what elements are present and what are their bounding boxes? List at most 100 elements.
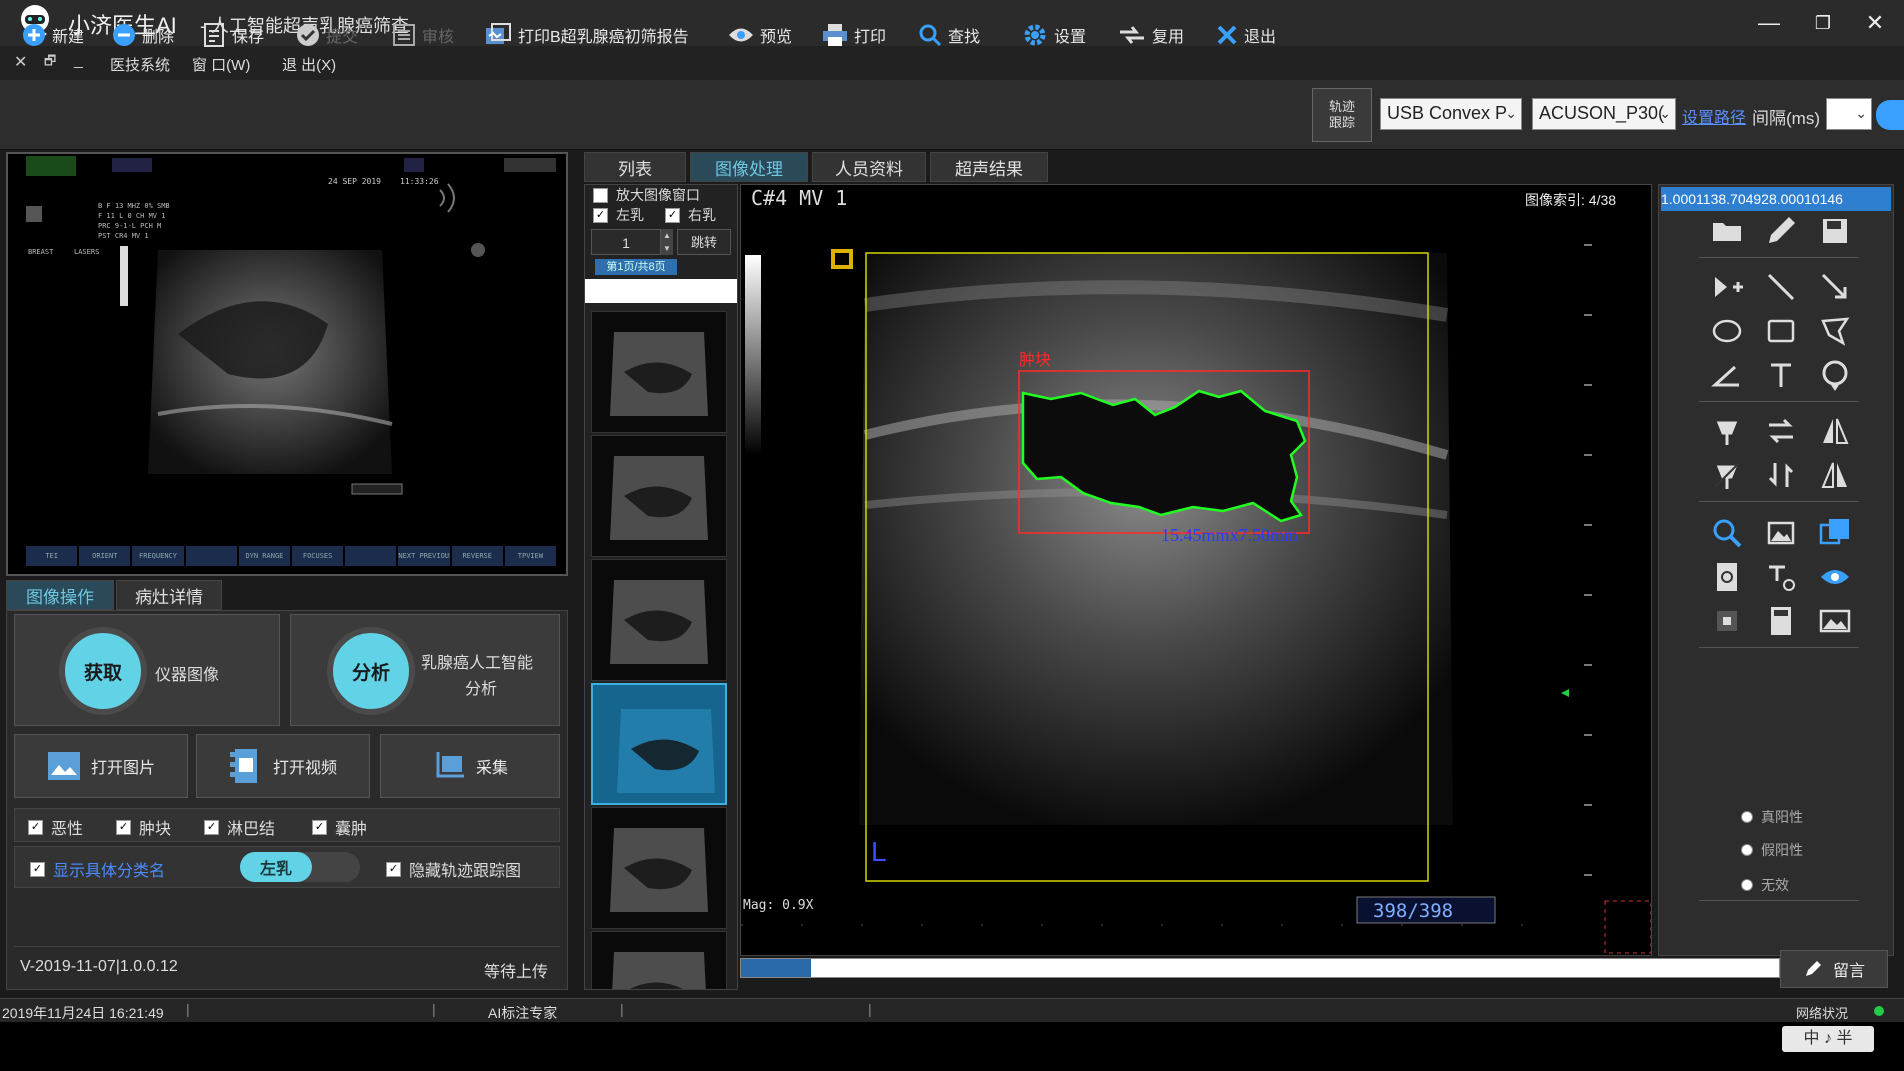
new-button[interactable]: 新建	[22, 20, 84, 50]
submit-button[interactable]: 提交	[296, 20, 358, 50]
frame-slider[interactable]	[740, 958, 1780, 978]
tab-list[interactable]: 列表	[584, 152, 686, 182]
delete-button[interactable]: 删除	[112, 20, 174, 50]
save-button[interactable]: 保存	[202, 20, 264, 50]
view-eye-tool[interactable]	[1817, 559, 1853, 595]
acquire-instrument-image-button[interactable]: 获取 仪器图像	[14, 614, 280, 726]
tab-lesion-details[interactable]: 病灶详情	[116, 580, 222, 610]
save-disk-icon	[1823, 219, 1847, 243]
ai-analysis-button[interactable]: 分析 乳腺癌人工智能 分析	[290, 614, 560, 726]
page-spinner-icon[interactable]: ▲ ▼	[661, 229, 673, 255]
settings-path-link[interactable]: 设置路径	[1682, 104, 1746, 128]
thumbnail-selected[interactable]	[591, 683, 727, 805]
enlarge-window-checkbox[interactable]: 放大图像窗口	[593, 185, 700, 205]
thumbnail[interactable]	[591, 931, 727, 989]
menu-exit[interactable]: 退 出(X)	[282, 54, 336, 75]
show-class-name-checkbox[interactable]: ✓ 显示具体分类名	[30, 857, 165, 881]
image-gallery-tool[interactable]	[1817, 603, 1853, 639]
hide-track-checkbox[interactable]: ✓ 隐藏轨迹跟踪图	[386, 857, 521, 881]
review-button[interactable]: 审核	[392, 20, 454, 50]
menu-window[interactable]: 窗 口(W)	[192, 54, 250, 75]
jump-button[interactable]: 跳转	[677, 229, 731, 255]
close-button[interactable]: ✕	[1852, 6, 1898, 40]
text-tool-tool[interactable]	[1763, 559, 1799, 595]
text-tool[interactable]	[1763, 357, 1799, 393]
status-bar: 2019年11月24日 16:21:49 | | AI标注专家 | | 网络状况	[0, 998, 1904, 1022]
mdi-restore-icon[interactable]: 🗗	[44, 52, 56, 74]
result-radio-0[interactable]: 真阳性	[1741, 807, 1803, 827]
print-button[interactable]: 打印	[822, 20, 886, 50]
result-radio-2[interactable]: 无效	[1741, 875, 1789, 895]
ime-indicator[interactable]: 中 ♪ 半	[1782, 1026, 1874, 1052]
device-select[interactable]: ACUSON_P30(⌄	[1532, 98, 1676, 130]
pin-tool[interactable]	[1709, 413, 1745, 449]
interval-select[interactable]: ⌄	[1826, 98, 1872, 130]
zoom-tool[interactable]	[1709, 515, 1745, 551]
result-radio-1[interactable]: 假阳性	[1741, 840, 1803, 860]
line-tool[interactable]	[1763, 269, 1799, 305]
cyst-checkbox[interactable]: ✓ 囊肿	[312, 815, 367, 839]
pencil-tool[interactable]	[1763, 213, 1799, 249]
frame-slider-thumb[interactable]	[741, 959, 811, 977]
track-follow-button[interactable]: 轨迹 跟踪	[1312, 88, 1372, 142]
taskbar-area: 中 ♪ 半	[0, 1022, 1904, 1071]
thumbnail[interactable]	[591, 807, 727, 929]
folder-tool[interactable]	[1709, 213, 1745, 249]
preview-key-strip: TEI ORIENT FREQUENCY DYN RANGE FOCUSES NEXT P…	[26, 546, 557, 566]
mirror-left-tool[interactable]	[1817, 457, 1853, 493]
open-image-button[interactable]: 打开图片	[14, 734, 188, 798]
flip-horizontal-tool[interactable]	[1763, 413, 1799, 449]
pointer-plus-tool[interactable]	[1709, 269, 1745, 305]
page-search-tool[interactable]	[1709, 559, 1745, 595]
right-breast-checkbox[interactable]: ✓ 右乳	[665, 205, 716, 225]
ellipse-tool[interactable]	[1709, 313, 1745, 349]
radio-label: 假阳性	[1761, 842, 1803, 858]
preview-key: TPVIEW	[504, 546, 557, 566]
capture-button[interactable]: 采集	[380, 734, 560, 798]
print-report-button[interactable]: 打印B超乳腺癌初筛报告	[484, 20, 689, 50]
annotation-bubble-tool[interactable]	[1817, 357, 1853, 393]
list-icon	[393, 24, 415, 46]
lymph-node-checkbox[interactable]: ✓ 淋巴结	[204, 815, 275, 839]
reuse-button[interactable]: 复用	[1118, 20, 1184, 50]
thumbnail[interactable]	[591, 311, 727, 433]
tab-image-operations[interactable]: 图像操作	[6, 580, 114, 610]
side-check-icon[interactable]	[1876, 100, 1904, 130]
comment-button[interactable]: 留言	[1780, 950, 1888, 988]
save-disk-tool[interactable]	[1817, 213, 1853, 249]
tab-personnel[interactable]: 人员资料	[812, 152, 926, 182]
pin-off-tool[interactable]	[1709, 457, 1745, 493]
polygon-tool[interactable]	[1817, 313, 1853, 349]
mirror-right-tool[interactable]	[1817, 413, 1853, 449]
image-tool[interactable]	[1763, 515, 1799, 551]
calculator-tool[interactable]	[1763, 603, 1799, 639]
exit-button[interactable]: 退出	[1216, 20, 1276, 50]
thumbnail[interactable]	[591, 559, 727, 681]
settings-button[interactable]: 设置	[1022, 20, 1086, 50]
tab-ultrasound-results[interactable]: 超声结果	[930, 152, 1048, 182]
breast-side-toggle[interactable]: 左乳	[240, 852, 360, 882]
crop-icon	[1717, 611, 1737, 631]
mass-checkbox[interactable]: ✓ 肿块	[116, 815, 171, 839]
probe-select[interactable]: USB Convex P ⌄	[1380, 98, 1522, 130]
malignant-checkbox[interactable]: ✓ 恶性	[28, 815, 83, 839]
preview-button[interactable]: 预览	[728, 20, 792, 50]
minimize-button[interactable]: —	[1746, 6, 1792, 40]
crop-tool[interactable]	[1709, 603, 1745, 639]
side-marker: L	[871, 836, 887, 867]
mdi-close-icon[interactable]: ✕	[14, 52, 27, 72]
menu-medical-system[interactable]: 医技系统	[110, 54, 170, 75]
restore-button[interactable]: ❐	[1800, 6, 1846, 40]
thumbnail[interactable]	[591, 435, 727, 557]
left-breast-checkbox[interactable]: ✓ 左乳	[593, 205, 644, 225]
arrow-line-tool[interactable]	[1817, 269, 1853, 305]
copy-tool[interactable]	[1817, 515, 1853, 551]
mdi-minimize-icon[interactable]: _	[74, 52, 83, 70]
find-button[interactable]: 查找	[918, 20, 980, 50]
rectangle-tool[interactable]	[1763, 313, 1799, 349]
tab-image-processing[interactable]: 图像处理	[690, 152, 808, 182]
flip-vertical-tool[interactable]	[1763, 457, 1799, 493]
angle-tool[interactable]	[1709, 357, 1745, 393]
page-number-input[interactable]: 1	[591, 229, 661, 255]
open-video-button[interactable]: 打开视频	[196, 734, 370, 798]
